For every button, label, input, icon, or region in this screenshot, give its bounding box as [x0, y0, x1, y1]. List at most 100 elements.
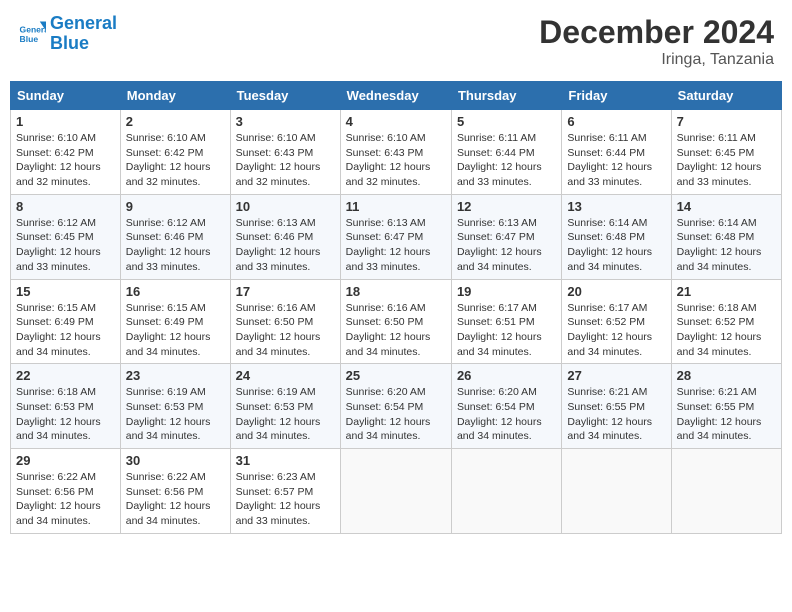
day-info: Sunrise: 6:22 AMSunset: 6:56 PMDaylight:…: [16, 470, 115, 529]
day-info: Sunrise: 6:15 AMSunset: 6:49 PMDaylight:…: [126, 301, 225, 360]
calendar-cell: 16Sunrise: 6:15 AMSunset: 6:49 PMDayligh…: [120, 279, 230, 364]
calendar-cell: 4 Sunrise: 6:10 AMSunset: 6:43 PMDaylight…: [340, 110, 451, 195]
column-header-wednesday: Wednesday: [340, 82, 451, 110]
day-info: Sunrise: 6:11 AMSunset: 6:44 PMDaylight:…: [457, 131, 556, 190]
day-number: 14: [677, 199, 776, 214]
day-number: 18: [346, 284, 446, 299]
day-number: 6: [567, 114, 665, 129]
calendar-cell: 28 Sunrise: 6:21 AMSunset: 6:55 PMDayligh…: [671, 364, 781, 449]
column-header-monday: Monday: [120, 82, 230, 110]
day-number: 19: [457, 284, 556, 299]
day-info: Sunrise: 6:17 AMSunset: 6:52 PMDaylight:…: [567, 301, 665, 360]
calendar-cell: 8 Sunrise: 6:12 AMSunset: 6:45 PMDaylight…: [11, 194, 121, 279]
day-number: 5: [457, 114, 556, 129]
day-info: Sunrise: 6:10 AMSunset: 6:42 PMDaylight:…: [16, 131, 115, 190]
day-number: 23: [126, 368, 225, 383]
calendar-cell: 10 Sunrise: 6:13 AMSunset: 6:46 PMDayligh…: [230, 194, 340, 279]
day-info: Sunrise: 6:20 AMSunset: 6:54 PMDaylight:…: [457, 385, 556, 444]
day-number: 7: [677, 114, 776, 129]
day-info: Sunrise: 6:14 AMSunset: 6:48 PMDaylight:…: [677, 216, 776, 275]
day-info: Sunrise: 6:10 AMSunset: 6:43 PMDaylight:…: [236, 131, 335, 190]
day-number: 17: [236, 284, 335, 299]
day-number: 25: [346, 368, 446, 383]
day-info: Sunrise: 6:19 AMSunset: 6:53 PMDaylight:…: [126, 385, 225, 444]
day-number: 31: [236, 453, 335, 468]
day-number: 15: [16, 284, 115, 299]
calendar-row-3: 22Sunrise: 6:18 AMSunset: 6:53 PMDayligh…: [11, 364, 782, 449]
day-info: Sunrise: 6:11 AMSunset: 6:45 PMDaylight:…: [677, 131, 776, 190]
calendar-cell: 15 Sunrise: 6:15 AMSunset: 6:49 PMDayligh…: [11, 279, 121, 364]
column-header-thursday: Thursday: [451, 82, 561, 110]
day-number: 1: [16, 114, 115, 129]
calendar-cell: [562, 449, 671, 534]
day-number: 8: [16, 199, 115, 214]
calendar-row-1: 8 Sunrise: 6:12 AMSunset: 6:45 PMDaylight…: [11, 194, 782, 279]
day-number: 22: [16, 368, 115, 383]
calendar-row-4: 29 Sunrise: 6:22 AMSunset: 6:56 PMDayligh…: [11, 449, 782, 534]
day-number: 21: [677, 284, 776, 299]
calendar-cell: 20 Sunrise: 6:17 AMSunset: 6:52 PMDayligh…: [562, 279, 671, 364]
svg-text:Blue: Blue: [20, 34, 39, 44]
month-title: December 2024: [539, 14, 774, 51]
calendar-cell: 18 Sunrise: 6:16 AMSunset: 6:50 PMDayligh…: [340, 279, 451, 364]
calendar-cell: 29 Sunrise: 6:22 AMSunset: 6:56 PMDayligh…: [11, 449, 121, 534]
day-info: Sunrise: 6:19 AMSunset: 6:53 PMDaylight:…: [236, 385, 335, 444]
logo: General Blue GeneralBlue: [18, 14, 117, 54]
calendar-cell: 24 Sunrise: 6:19 AMSunset: 6:53 PMDayligh…: [230, 364, 340, 449]
day-number: 28: [677, 368, 776, 383]
day-number: 20: [567, 284, 665, 299]
day-info: Sunrise: 6:21 AMSunset: 6:55 PMDaylight:…: [677, 385, 776, 444]
day-info: Sunrise: 6:15 AMSunset: 6:49 PMDaylight:…: [16, 301, 115, 360]
calendar-cell: 13Sunrise: 6:14 AMSunset: 6:48 PMDayligh…: [562, 194, 671, 279]
day-number: 26: [457, 368, 556, 383]
title-block: December 2024 Iringa, Tanzania: [539, 14, 774, 69]
calendar-table: SundayMondayTuesdayWednesdayThursdayFrid…: [10, 81, 782, 534]
svg-text:General: General: [20, 24, 46, 34]
column-header-tuesday: Tuesday: [230, 82, 340, 110]
calendar-cell: 17 Sunrise: 6:16 AMSunset: 6:50 PMDayligh…: [230, 279, 340, 364]
calendar-cell: 3 Sunrise: 6:10 AMSunset: 6:43 PMDaylight…: [230, 110, 340, 195]
calendar-cell: 5 Sunrise: 6:11 AMSunset: 6:44 PMDaylight…: [451, 110, 561, 195]
day-number: 13: [567, 199, 665, 214]
calendar-cell: 21 Sunrise: 6:18 AMSunset: 6:52 PMDayligh…: [671, 279, 781, 364]
calendar-row-2: 15 Sunrise: 6:15 AMSunset: 6:49 PMDayligh…: [11, 279, 782, 364]
day-number: 4: [346, 114, 446, 129]
day-info: Sunrise: 6:13 AMSunset: 6:46 PMDaylight:…: [236, 216, 335, 275]
location-title: Iringa, Tanzania: [539, 51, 774, 69]
day-info: Sunrise: 6:11 AMSunset: 6:44 PMDaylight:…: [567, 131, 665, 190]
day-info: Sunrise: 6:23 AMSunset: 6:57 PMDaylight:…: [236, 470, 335, 529]
day-info: Sunrise: 6:16 AMSunset: 6:50 PMDaylight:…: [346, 301, 446, 360]
calendar-cell: 9Sunrise: 6:12 AMSunset: 6:46 PMDaylight…: [120, 194, 230, 279]
day-number: 3: [236, 114, 335, 129]
day-number: 30: [126, 453, 225, 468]
day-number: 27: [567, 368, 665, 383]
day-info: Sunrise: 6:17 AMSunset: 6:51 PMDaylight:…: [457, 301, 556, 360]
day-info: Sunrise: 6:22 AMSunset: 6:56 PMDaylight:…: [126, 470, 225, 529]
day-number: 24: [236, 368, 335, 383]
day-info: Sunrise: 6:13 AMSunset: 6:47 PMDaylight:…: [346, 216, 446, 275]
day-info: Sunrise: 6:12 AMSunset: 6:45 PMDaylight:…: [16, 216, 115, 275]
calendar-cell: 30 Sunrise: 6:22 AMSunset: 6:56 PMDayligh…: [120, 449, 230, 534]
column-header-friday: Friday: [562, 82, 671, 110]
day-info: Sunrise: 6:16 AMSunset: 6:50 PMDaylight:…: [236, 301, 335, 360]
page-header: General Blue GeneralBlue December 2024 I…: [10, 10, 782, 73]
calendar-cell: 27 Sunrise: 6:21 AMSunset: 6:55 PMDayligh…: [562, 364, 671, 449]
calendar-cell: [340, 449, 451, 534]
day-number: 2: [126, 114, 225, 129]
column-header-sunday: Sunday: [11, 82, 121, 110]
day-info: Sunrise: 6:10 AMSunset: 6:42 PMDaylight:…: [126, 131, 225, 190]
calendar-cell: [671, 449, 781, 534]
day-number: 29: [16, 453, 115, 468]
calendar-cell: 31 Sunrise: 6:23 AMSunset: 6:57 PMDayligh…: [230, 449, 340, 534]
day-info: Sunrise: 6:18 AMSunset: 6:52 PMDaylight:…: [677, 301, 776, 360]
day-info: Sunrise: 6:21 AMSunset: 6:55 PMDaylight:…: [567, 385, 665, 444]
calendar-header-row: SundayMondayTuesdayWednesdayThursdayFrid…: [11, 82, 782, 110]
calendar-cell: 22Sunrise: 6:18 AMSunset: 6:53 PMDayligh…: [11, 364, 121, 449]
calendar-cell: 25Sunrise: 6:20 AMSunset: 6:54 PMDayligh…: [340, 364, 451, 449]
calendar-row-0: 1 Sunrise: 6:10 AMSunset: 6:42 PMDaylight…: [11, 110, 782, 195]
day-info: Sunrise: 6:10 AMSunset: 6:43 PMDaylight:…: [346, 131, 446, 190]
calendar-cell: 7 Sunrise: 6:11 AMSunset: 6:45 PMDaylight…: [671, 110, 781, 195]
day-number: 10: [236, 199, 335, 214]
calendar-cell: 12Sunrise: 6:13 AMSunset: 6:47 PMDayligh…: [451, 194, 561, 279]
calendar-cell: [451, 449, 561, 534]
